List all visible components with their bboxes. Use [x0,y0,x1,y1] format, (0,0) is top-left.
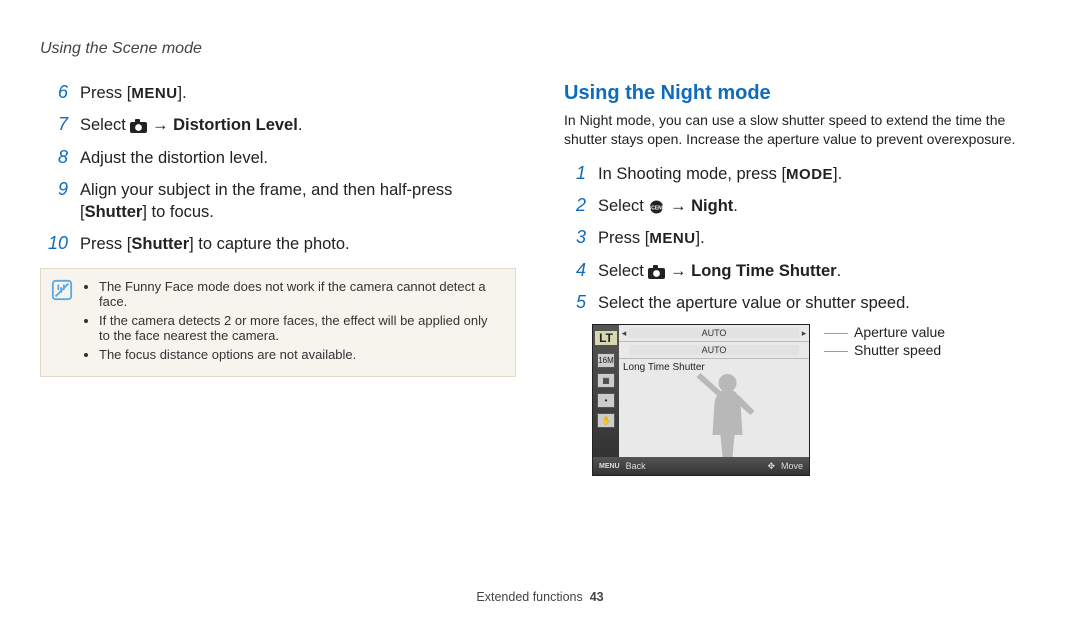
mode-badge-lt: LT [595,331,617,345]
note-item: If the camera detects 2 or more faces, t… [99,313,501,343]
leader-line [824,333,848,334]
page-footer: Extended functions 43 [0,590,1080,604]
shutter-value: AUTO [629,345,799,355]
step-text: Select → Long Time Shutter. [598,260,841,282]
note-item: The focus distance options are not avail… [99,347,501,362]
sidebar-icon-size: 16M [597,353,615,368]
step: 4 Select → Long Time Shutter. [564,260,1040,282]
back-label: Back [626,461,646,471]
callouts: Aperture value Shutter speed [824,324,945,360]
aperture-value: AUTO [629,328,799,338]
menu-label: MENU [649,230,695,247]
section-intro: In Night mode, you can use a slow shutte… [564,111,1040,149]
chevron-right-icon: ▸ [799,328,809,339]
callout-aperture-label: Aperture value [854,323,945,343]
step-text: Press [Shutter] to capture the photo. [80,233,350,255]
columns: 6 Press [MENU]. 7 Select → Distortion Level… [40,82,1040,476]
step: 8 Adjust the distortion level. [40,147,516,169]
step: 7 Select → Distortion Level. [40,114,516,136]
screen-bottom-bar: MENU Back ✥ Move [593,457,809,475]
callout-shutter-label: Shutter speed [854,341,941,361]
step-number: 10 [40,233,68,255]
step-number: 1 [564,163,586,185]
step-number: 9 [40,179,68,224]
step-text: Adjust the distortion level. [80,147,268,169]
footer-page-number: 43 [590,590,604,604]
sidebar-icon-meter: • [597,393,615,408]
note-box: The Funny Face mode does not work if the… [40,268,516,377]
page: Using the Scene mode 6 Press [MENU]. 7 Sele… [0,0,1080,630]
shutter-selector: AUTO [619,342,809,359]
step-number: 3 [564,227,586,249]
step-text: Select SCENE → Night. [598,195,738,217]
step: 3 Press [MENU]. [564,227,1040,249]
callout-aperture: Aperture value [824,324,945,342]
step-text: Align your subject in the frame, and the… [80,179,516,224]
step: 2 Select SCENE → Night. [564,195,1040,217]
note-list: The Funny Face mode does not work if the… [83,279,501,366]
right-column: Using the Night mode In Night mode, you … [564,82,1040,476]
sidebar-icon-quality: ▦ [597,373,615,388]
camera-icon [130,117,147,131]
dpad-icon: ✥ [767,461,775,472]
step: 1 In Shooting mode, press [MODE]. [564,163,1040,185]
note-item: The Funny Face mode does not work if the… [99,279,501,309]
left-steps: 6 Press [MENU]. 7 Select → Distortion Level… [40,82,516,256]
svg-text:SCENE: SCENE [648,205,665,211]
scene-icon: SCENE [648,198,665,212]
note-icon [51,279,73,301]
step-number: 4 [564,260,586,282]
step: 6 Press [MENU]. [40,82,516,104]
step: 9 Align your subject in the frame, and th… [40,179,516,224]
step-number: 6 [40,82,68,104]
sidebar-icon-hand: ✋ [597,413,615,428]
person-silhouette [683,367,773,457]
step-text: Select → Distortion Level. [80,114,302,136]
step: 5 Select the aperture value or shutter sp… [564,292,1040,314]
menu-label: MENU [131,85,177,102]
menu-key-label: MENU [599,463,620,470]
step-text: Press [MENU]. [80,82,187,104]
step-text: Press [MENU]. [598,227,705,249]
aperture-selector: ◂ AUTO ▸ [619,325,809,342]
move-label: Move [781,461,803,471]
callout-shutter: Shutter speed [824,342,945,360]
chevron-left-icon: ◂ [619,328,629,339]
step-number: 7 [40,114,68,136]
leader-line [824,351,848,352]
camera-icon [648,263,665,277]
screen-main-area: ◂ AUTO ▸ AUTO Long Time Shutter [619,325,809,457]
mode-label: MODE [786,166,833,183]
camera-screen: LT 16M ▦ • ✋ ◂ AUTO ▸ [592,324,810,476]
page-header: Using the Scene mode [40,40,1040,58]
footer-section: Extended functions [476,590,582,604]
section-title: Using the Night mode [564,82,1040,105]
step: 10 Press [Shutter] to capture the photo. [40,233,516,255]
left-column: 6 Press [MENU]. 7 Select → Distortion Level… [40,82,516,476]
step-number: 2 [564,195,586,217]
right-steps: 1 In Shooting mode, press [MODE]. 2 Select … [564,163,1040,314]
screen-sidebar: LT 16M ▦ • ✋ [593,325,619,457]
screenshot-with-callouts: LT 16M ▦ • ✋ ◂ AUTO ▸ [592,324,1040,476]
step-number: 5 [564,292,586,314]
step-text: Select the aperture value or shutter spe… [598,292,910,314]
step-number: 8 [40,147,68,169]
step-text: In Shooting mode, press [MODE]. [598,163,842,185]
